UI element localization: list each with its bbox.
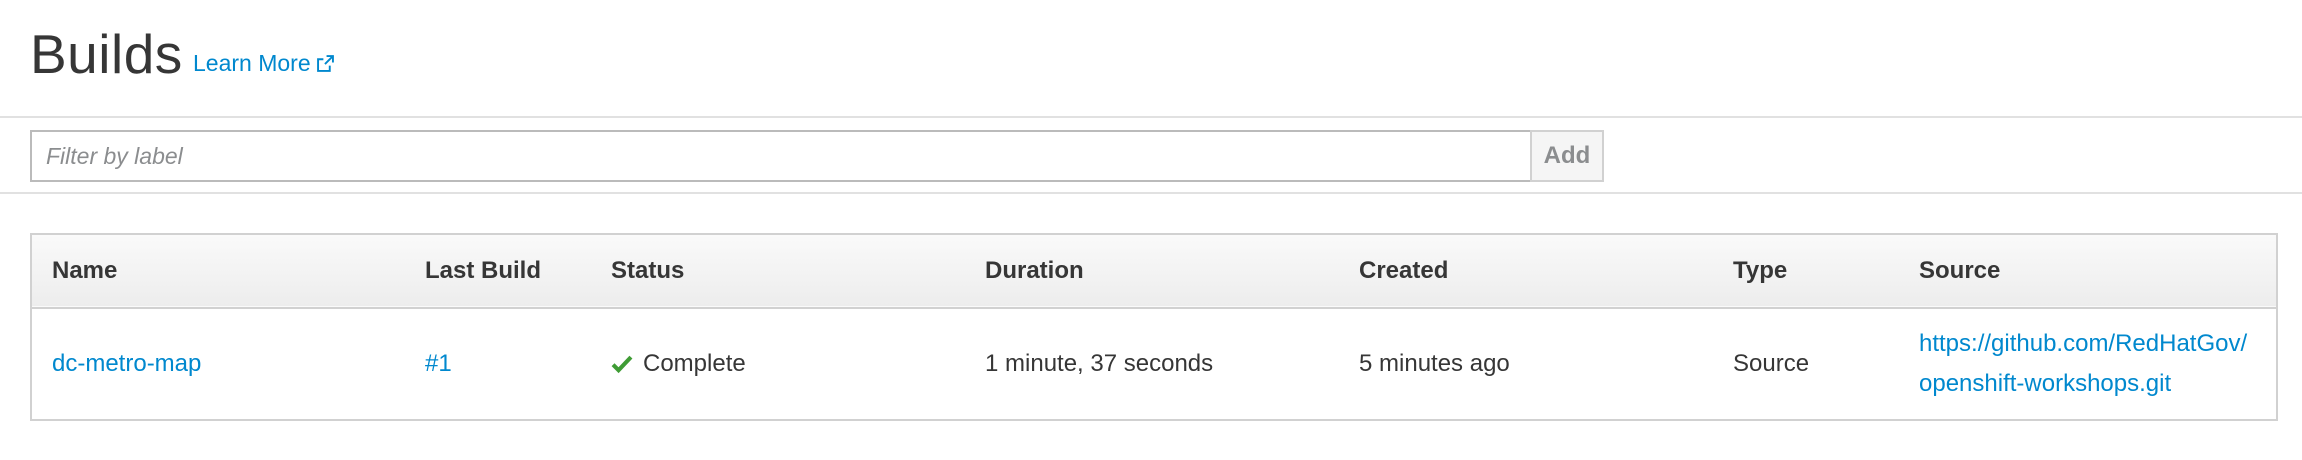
filter-bar: Add [0, 118, 2302, 194]
add-filter-button[interactable]: Add [1530, 130, 1604, 182]
page-header: Builds Learn More [0, 0, 2302, 118]
table-row: dc-metro-map #1 Complete 1 minute, 37 se… [31, 308, 2277, 420]
learn-more-label: Learn More [193, 50, 311, 76]
column-header-source[interactable]: Source [1899, 234, 2277, 308]
check-icon [611, 355, 633, 374]
cell-created: 5 minutes ago [1359, 350, 1510, 377]
status-indicator: Complete [611, 344, 965, 384]
builds-table: Name Last Build Status Duration Created … [30, 233, 2278, 421]
column-header-last-build[interactable]: Last Build [405, 234, 591, 308]
column-header-name[interactable]: Name [31, 234, 405, 308]
builds-page: Builds Learn More Add Name Last B [0, 0, 2302, 460]
table-body: dc-metro-map #1 Complete 1 minute, 37 se… [31, 308, 2277, 420]
cell-status: Complete [591, 308, 965, 420]
external-link-icon [316, 54, 334, 72]
source-repository-link[interactable]: https://github.com/RedHatGov/openshift-w… [1919, 324, 2276, 404]
column-header-duration[interactable]: Duration [965, 234, 1339, 308]
column-header-status[interactable]: Status [591, 234, 965, 308]
column-header-created[interactable]: Created [1339, 234, 1713, 308]
status-text: Complete [643, 350, 746, 377]
column-header-type[interactable]: Type [1713, 234, 1899, 308]
cell-duration: 1 minute, 37 seconds [985, 350, 1214, 377]
table-header-row: Name Last Build Status Duration Created … [31, 234, 2277, 308]
page-title: Builds [30, 23, 183, 85]
cell-type: Source [1733, 350, 1810, 377]
last-build-link[interactable]: #1 [425, 350, 452, 377]
cell-last-build: #1 [405, 308, 591, 420]
build-config-name-link[interactable]: dc-metro-map [52, 350, 201, 377]
cell-name: dc-metro-map [31, 308, 405, 420]
filter-by-label-input[interactable] [30, 130, 1532, 182]
table-header: Name Last Build Status Duration Created … [31, 234, 2277, 308]
cell-source: https://github.com/RedHatGov/openshift-w… [1899, 308, 2277, 420]
learn-more-link[interactable]: Learn More [193, 48, 334, 78]
